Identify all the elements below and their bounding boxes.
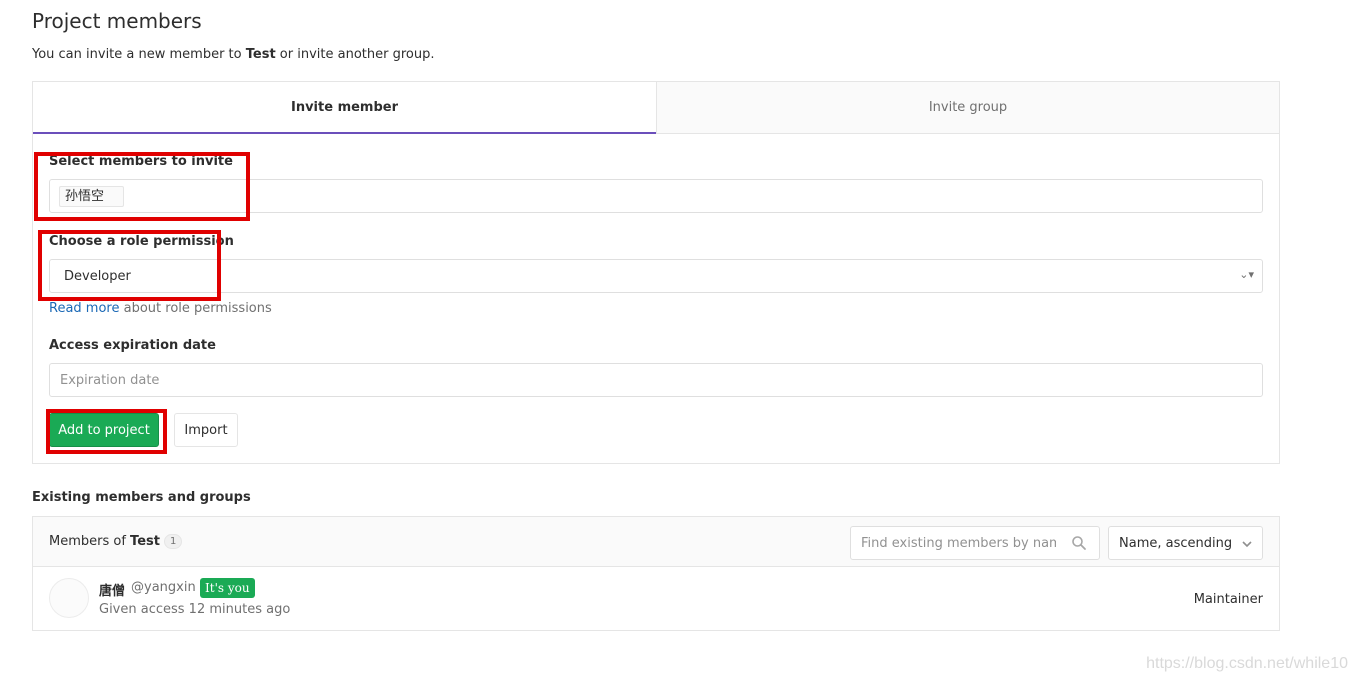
chevron-down-icon: ⌄▾ [1239, 268, 1254, 281]
member-name[interactable]: 唐僧 [99, 580, 125, 599]
tab-invite-member[interactable]: Invite member [33, 82, 656, 134]
expiration-date-placeholder: Expiration date [60, 373, 160, 388]
member-count-badge: 1 [163, 534, 183, 549]
role-permission-label: Choose a role permission [49, 234, 234, 249]
members-title: Members of Test 1 [49, 534, 183, 549]
page-title: Project members [32, 9, 202, 33]
sort-dropdown-label: Name, ascending [1119, 536, 1233, 551]
members-select-input[interactable]: 孙悟空 [49, 179, 1263, 213]
avatar[interactable] [49, 578, 89, 618]
watermark: https://blog.csdn.net/while10 [1146, 655, 1348, 672]
expiration-date-label: Access expiration date [49, 338, 216, 353]
member-access-time: Given access 12 minutes ago [99, 602, 291, 617]
read-more-suffix: about role permissions [119, 301, 272, 316]
existing-members-heading: Existing members and groups [32, 490, 251, 505]
members-of-text: Members of [49, 534, 131, 549]
subtitle-text-end: or invite another group. [275, 47, 435, 62]
members-project-name: Test [130, 534, 160, 549]
member-search-placeholder: Find existing members by name [861, 536, 1056, 551]
chevron-down-icon [1242, 541, 1252, 548]
member-search-input[interactable]: Find existing members by name [850, 526, 1100, 560]
invite-tabs: Invite member Invite group [33, 82, 1279, 134]
its-you-badge: It's you [200, 578, 255, 598]
search-icon[interactable] [1071, 535, 1087, 551]
add-to-project-button[interactable]: Add to project [49, 413, 159, 447]
import-button[interactable]: Import [174, 413, 238, 447]
tab-invite-group[interactable]: Invite group [656, 82, 1279, 133]
members-panel: Members of Test 1 Find existing members b… [32, 516, 1280, 631]
member-row: 唐僧 @yangxin It's you Given access 12 min… [33, 568, 1279, 630]
member-role: Maintainer [1193, 592, 1263, 607]
subtitle-project-name: Test [245, 47, 276, 62]
invite-panel: Invite member Invite group Select member… [32, 81, 1280, 464]
members-header: Members of Test 1 Find existing members b… [33, 517, 1279, 567]
selected-member-token[interactable]: 孙悟空 [59, 186, 125, 207]
role-select-value: Developer [64, 269, 131, 284]
read-more-link[interactable]: Read more [49, 301, 119, 316]
sort-dropdown[interactable]: Name, ascending [1108, 526, 1263, 560]
select-members-label: Select members to invite [49, 154, 233, 169]
member-username: @yangxin [131, 580, 196, 595]
expiration-date-input[interactable]: Expiration date [49, 363, 1263, 397]
role-help-text: Read more about role permissions [49, 301, 272, 316]
subtitle-text: You can invite a new member to [32, 47, 246, 62]
role-select[interactable]: Developer ⌄▾ [49, 259, 1263, 293]
page-subtitle: You can invite a new member to Test or i… [32, 47, 434, 62]
